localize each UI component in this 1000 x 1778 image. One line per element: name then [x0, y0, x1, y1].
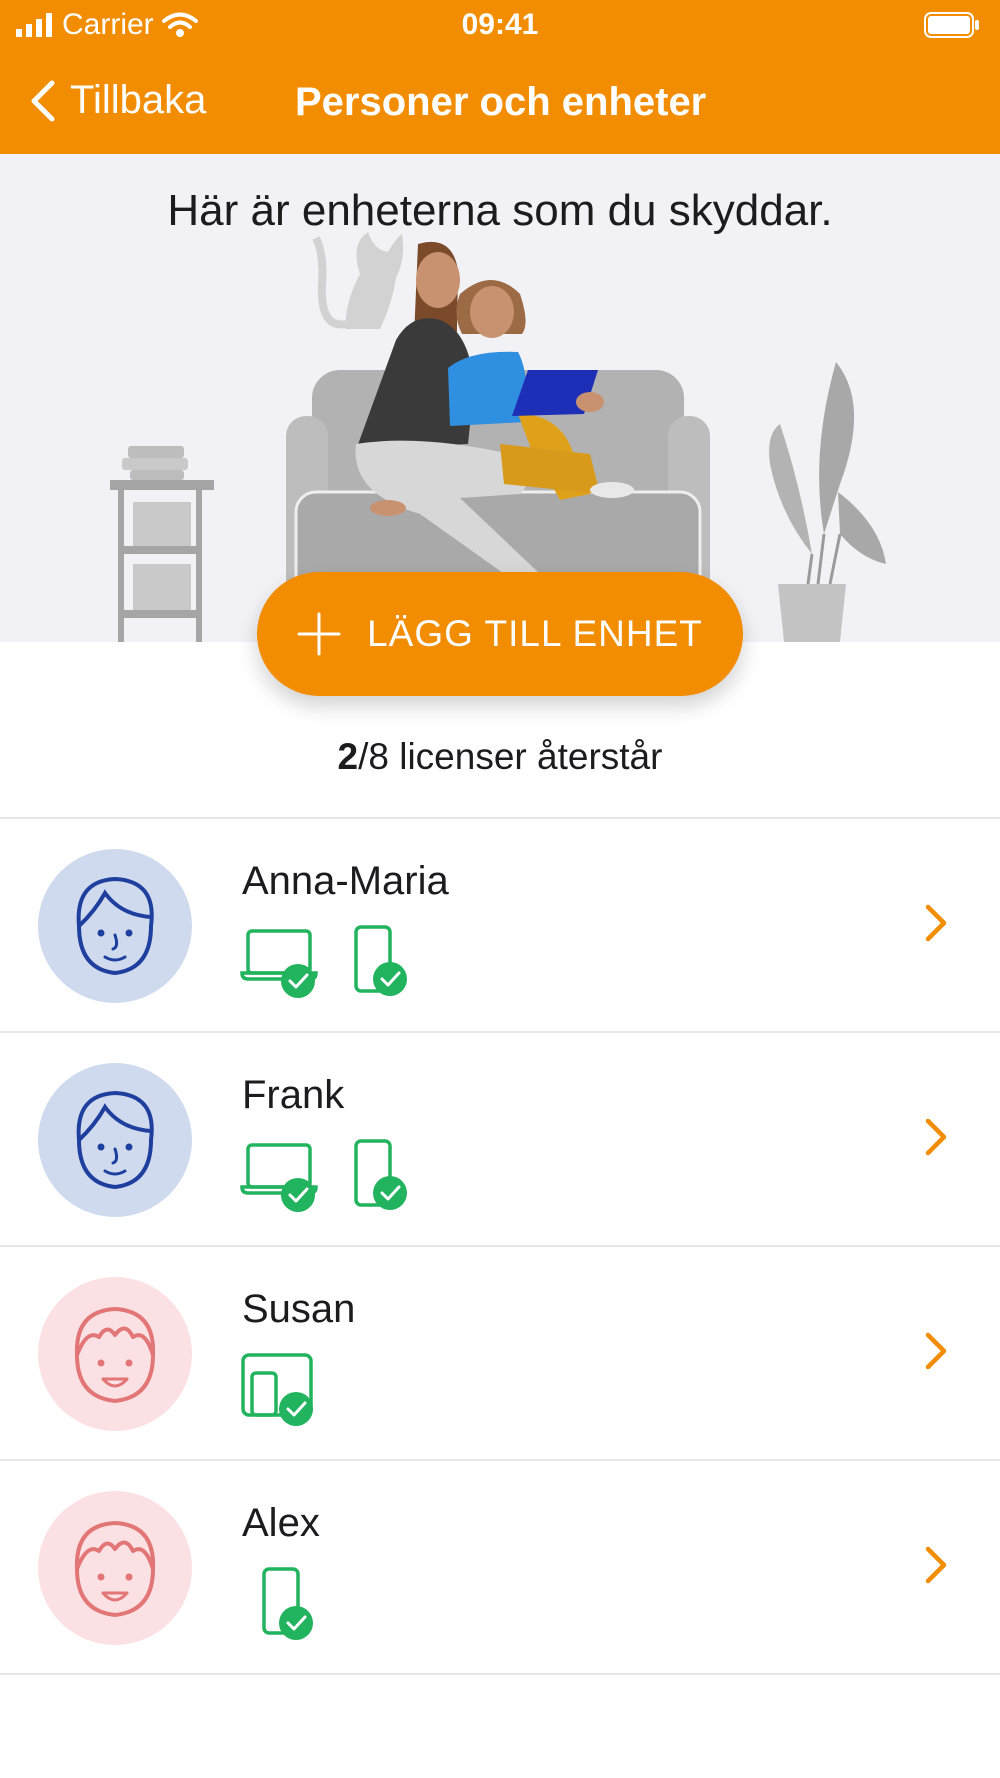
device-list: [240, 1353, 320, 1427]
chevron-right-icon: [925, 1118, 947, 1156]
tablet-illustration: [512, 370, 604, 416]
hero-banner: Här är enheterna som du skyddar.: [0, 154, 1000, 642]
add-device-label: LÄGG TILL ENHET: [367, 613, 703, 654]
plus-icon: [297, 612, 341, 656]
battery-icon: [924, 12, 979, 38]
clock: 09:41: [461, 8, 539, 41]
family-sofa-illustration: [110, 232, 886, 642]
device-list: [240, 1139, 410, 1213]
child-face-icon: [74, 1306, 156, 1404]
avatar: [38, 1277, 192, 1431]
person-row-frank[interactable]: Frank: [0, 1033, 1000, 1247]
chevron-right-icon: [925, 1332, 947, 1370]
licenses-remaining: 2/8 licenser återstår: [0, 736, 1000, 778]
device-list: [240, 1567, 320, 1641]
adult-face-icon: [76, 1090, 154, 1190]
tablet-protected-icon: [241, 1353, 313, 1426]
child-face-icon: [74, 1520, 156, 1618]
back-label: Tillbaka: [70, 78, 207, 122]
shelf-illustration: [110, 446, 214, 642]
person-row-alex[interactable]: Alex: [0, 1461, 1000, 1675]
laptop-protected-icon: [240, 929, 318, 998]
person-row-susan[interactable]: Susan: [0, 1247, 1000, 1461]
person-name: Anna-Maria: [242, 859, 449, 903]
phone-protected-icon: [262, 1567, 313, 1640]
licenses-text: /8 licenser återstår: [358, 736, 663, 777]
avatar: [38, 1491, 192, 1645]
licenses-count: 2: [337, 736, 359, 777]
plant-illustration: [769, 362, 886, 642]
chevron-right-icon: [925, 904, 947, 942]
chevron-right-icon: [925, 1546, 947, 1584]
navigation-bar: Tillbaka Personer och enheter: [0, 60, 1000, 146]
laptop-protected-icon: [240, 1143, 318, 1212]
avatar: [38, 849, 192, 1003]
person-name: Frank: [242, 1073, 345, 1117]
device-list: [240, 925, 410, 999]
chevron-left-icon: [31, 80, 55, 121]
back-button[interactable]: Tillbaka: [28, 78, 206, 123]
phone-protected-icon: [354, 925, 407, 996]
person-row-anna-maria[interactable]: Anna-Maria: [0, 819, 1000, 1033]
person-name: Susan: [242, 1287, 356, 1331]
avatar: [38, 1063, 192, 1217]
phone-protected-icon: [354, 1139, 407, 1210]
app-header: Carrier 09:41 Tillbaka Personer och enhe…: [0, 0, 1000, 154]
page-title: Personer och enheter: [295, 80, 707, 124]
adult-face-icon: [76, 876, 154, 976]
add-device-button[interactable]: LÄGG TILL ENHET: [257, 572, 743, 696]
people-list: Anna-Maria Frank Susan Alex: [0, 817, 1000, 1675]
person-name: Alex: [242, 1501, 320, 1545]
cat-illustration: [312, 232, 404, 329]
status-bar: Carrier 09:41: [0, 0, 1000, 50]
